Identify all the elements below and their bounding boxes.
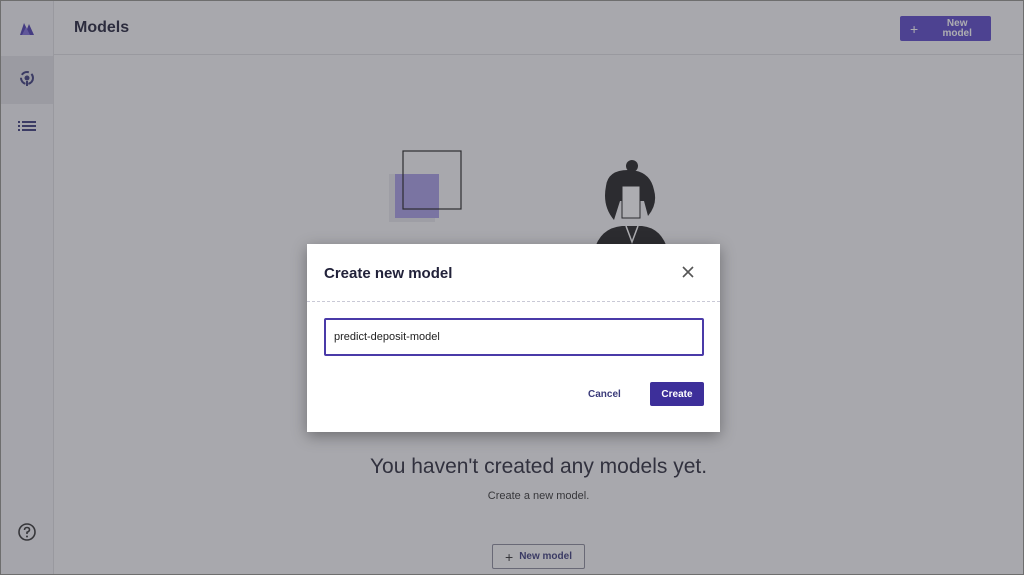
dialog-divider	[307, 301, 720, 302]
cancel-button[interactable]: Cancel	[588, 384, 621, 404]
model-name-input[interactable]	[324, 318, 704, 356]
app-window: Models + New model You haven't created a…	[0, 0, 1024, 575]
create-model-dialog: Create new model Cancel Create	[307, 244, 720, 432]
create-button[interactable]: Create	[650, 382, 704, 406]
close-icon[interactable]	[678, 262, 698, 282]
dialog-title: Create new model	[324, 265, 453, 282]
